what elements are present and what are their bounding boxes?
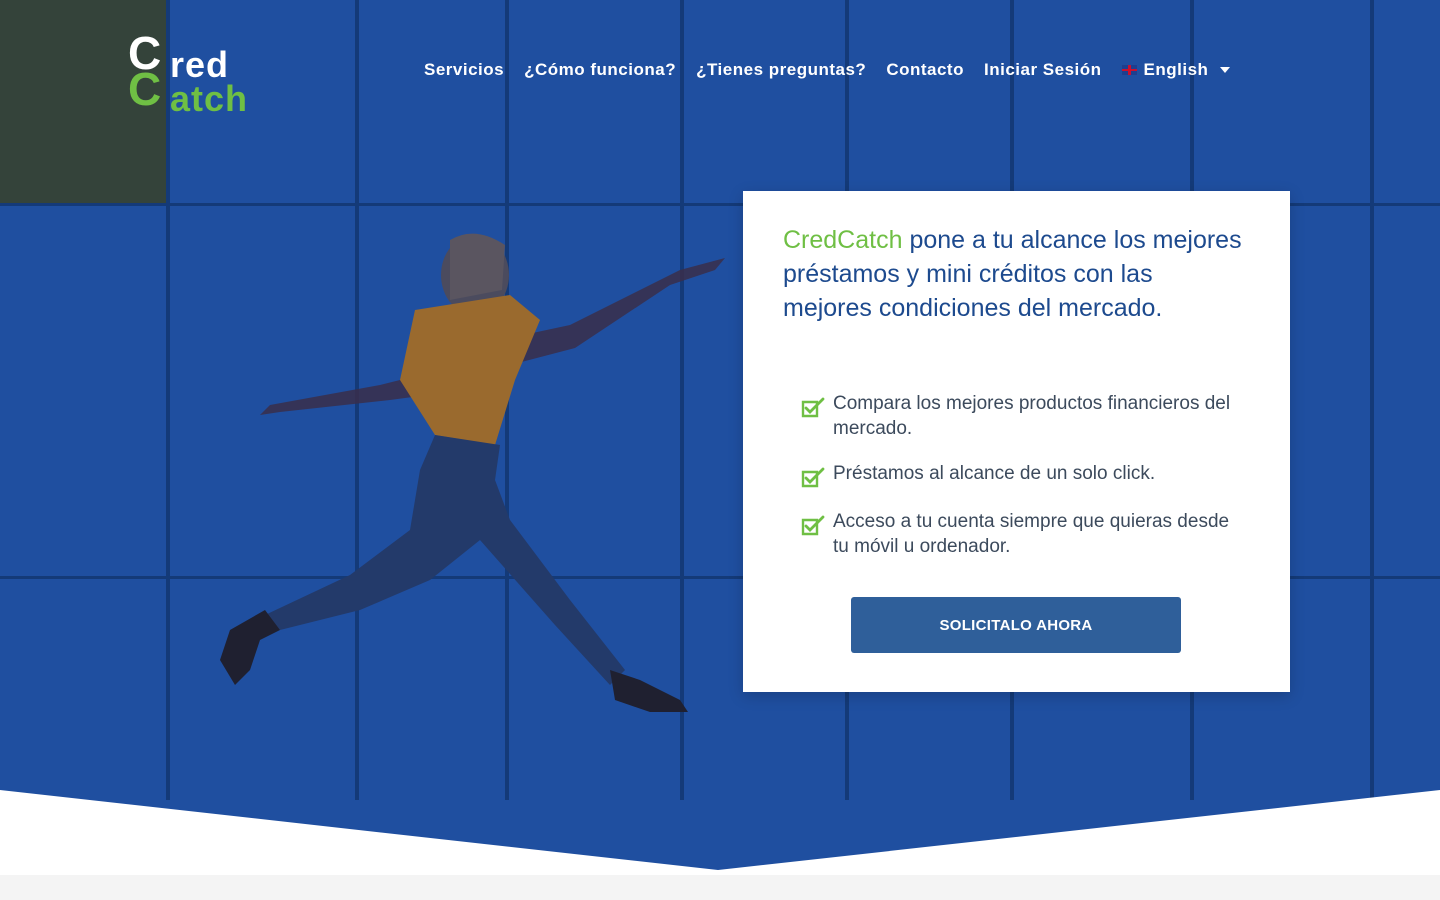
feature-text: Compara los mejores productos financiero… [833,393,1231,439]
language-label: English [1143,60,1209,79]
main-navigation: Servicios ¿Cómo funciona? ¿Tienes pregun… [424,56,1231,84]
logo-word-bottom: atch [170,78,249,119]
chevron-down-icon [1220,67,1231,73]
feature-list: Compara los mejores productos financiero… [801,391,1241,579]
feature-text: Préstamos al alcance de un solo click. [833,463,1156,484]
headline-brand: CredCatch [783,226,903,254]
list-item: Préstamos al alcance de un solo click. [801,461,1241,489]
next-section-strip [0,875,1440,900]
check-square-icon [801,397,825,418]
promo-card: CredCatch pone a tu alcance los mejores … [743,191,1290,692]
uk-flag-icon [1121,65,1137,75]
credcatch-logo[interactable]: C red C atch [128,28,268,119]
language-switcher[interactable]: English [1121,56,1231,84]
nav-item-como-funciona[interactable]: ¿Cómo funciona? [524,56,676,84]
check-square-icon [801,515,825,536]
list-item: Acceso a tu cuenta siempre que quieras d… [801,509,1241,559]
nav-item-servicios[interactable]: Servicios [424,56,504,84]
hero-bottom-shape [0,790,1440,875]
solicitalo-ahora-button[interactable]: SOLICITALO AHORA [851,597,1181,653]
jumping-woman-image [220,233,725,712]
check-square-icon [801,467,825,488]
nav-item-iniciar-sesion[interactable]: Iniciar Sesión [984,56,1102,84]
list-item: Compara los mejores productos financiero… [801,391,1241,441]
logo-initial-bottom: C [128,63,162,115]
card-headline: CredCatch pone a tu alcance los mejores … [783,223,1243,325]
nav-item-contacto[interactable]: Contacto [886,56,964,84]
nav-item-preguntas[interactable]: ¿Tienes preguntas? [696,56,866,84]
feature-text: Acceso a tu cuenta siempre que quieras d… [833,511,1230,557]
